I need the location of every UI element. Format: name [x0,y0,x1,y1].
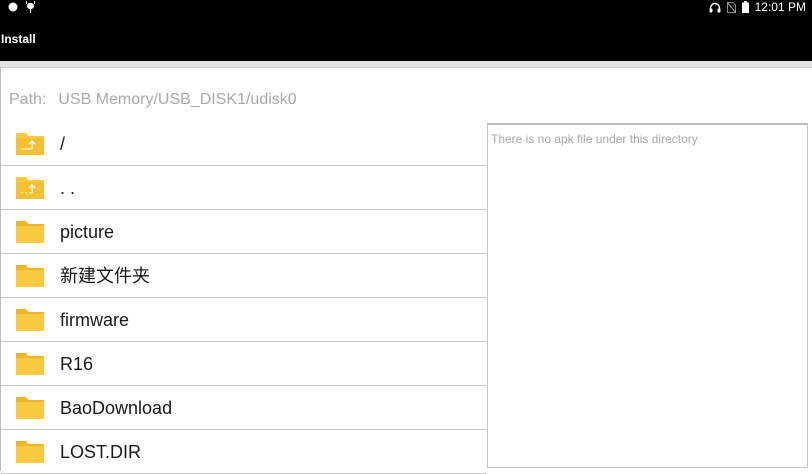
list-item-root[interactable]: / [1,122,486,166]
folder-icon [16,353,44,375]
file-name: LOST.DIR [60,442,142,462]
list-item-parent[interactable]: . . [1,166,486,210]
folder-icon [16,265,44,287]
android-debug-icon [26,1,35,13]
path-bar: Path: USB Memory/USB_DISK1/udisk0 [9,90,297,110]
status-time: 12:01 PM [754,0,806,14]
list-item-picture[interactable]: picture [1,210,486,254]
path-value: USB Memory/USB_DISK1/udisk0 [58,91,297,108]
file-name: . . [60,178,76,198]
list-item-r16[interactable]: R16 [1,342,486,386]
action-bar: Install [0,14,812,61]
list-item-new-folder[interactable]: 新建文件夹 [1,254,486,298]
folder-up-icon [16,177,44,199]
folder-icon [16,309,44,331]
folder-icon [16,441,44,463]
status-bar-left [8,1,35,13]
file-name: BaoDownload [60,398,173,418]
file-name: R16 [60,354,94,374]
empty-message: There is no apk file under this director… [491,132,698,146]
divider [0,61,812,68]
apk-list-panel: There is no apk file under this director… [487,123,808,468]
folder-icon [16,397,44,419]
app-title: Install [1,32,36,46]
battery-icon [741,1,749,13]
no-sim-icon [726,1,736,13]
list-item-baodownload[interactable]: BaoDownload [1,386,486,430]
status-bar-right: 12:01 PM [709,0,806,14]
file-name: firmware [60,310,130,330]
list-item-lost-dir[interactable]: LOST.DIR [1,430,486,474]
file-list: / . . picture 新建文件夹 firmware R16 BaoDown… [1,122,486,474]
folder-up-icon [16,133,44,155]
path-label: Path: [9,91,47,108]
file-name: picture [60,222,115,242]
file-name: / [60,134,66,154]
list-item-firmware[interactable]: firmware [1,298,486,342]
folder-icon [16,221,44,243]
circle-notification-icon [8,2,18,12]
status-bar: 12:01 PM [0,0,812,14]
headphones-icon [709,2,721,12]
file-name: 新建文件夹 [60,266,150,286]
